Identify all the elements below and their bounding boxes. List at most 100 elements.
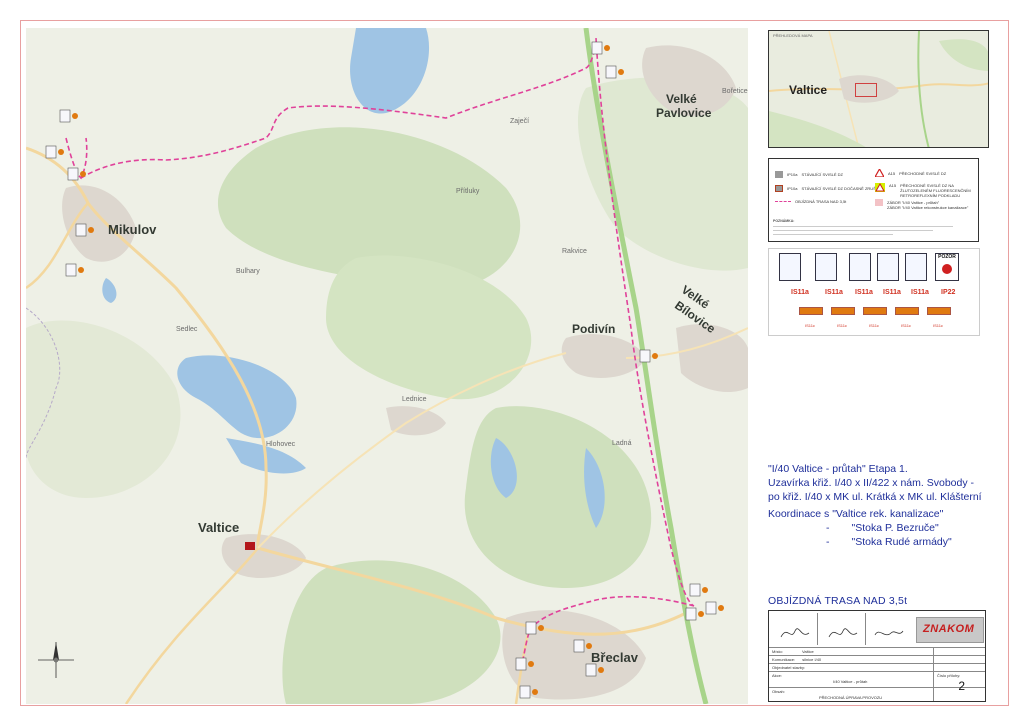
legend-label: STÁVAJÍCÍ SVISLÉ DZ xyxy=(801,172,843,177)
legend-code: A15 xyxy=(889,183,897,188)
field-value: Valtice xyxy=(802,649,814,654)
legend-label: OBJÍZDNÁ TRASA NAD 3,5t xyxy=(795,199,847,204)
direction-sign-panel xyxy=(815,253,837,281)
sign-code: IP22 xyxy=(941,289,956,296)
orange-arrow-sign xyxy=(799,307,823,315)
overview-map[interactable]: PŘEHLEDOVÁ MAPA Valtice xyxy=(768,30,989,148)
description-line: "I/40 Valtice - průtah" Etapa 1. xyxy=(768,463,908,475)
title-block-divider xyxy=(769,655,985,656)
detour-line-icon xyxy=(775,201,791,202)
sign-marker-icon[interactable] xyxy=(65,263,77,277)
company-logo-text: ZNAKOM xyxy=(923,623,975,635)
closure-area-icon xyxy=(875,199,883,206)
town-label: Pavlovice xyxy=(656,106,712,120)
warning-light-icon xyxy=(618,69,624,75)
sign-marker-icon[interactable] xyxy=(75,223,87,237)
road xyxy=(124,547,259,704)
warning-light-icon xyxy=(538,625,544,631)
sign-marker-icon[interactable] xyxy=(67,167,79,181)
direction-sign-panel xyxy=(849,253,871,281)
field-value: silnice I/40 xyxy=(802,657,822,662)
sign-code: IS11c xyxy=(869,323,879,328)
overview-extent-box xyxy=(855,83,877,97)
legend-row: IP10a STÁVAJÍCÍ SVISLÉ DZ xyxy=(775,171,843,178)
legend-label: PŘECHODNÉ SVISLÉ DZ xyxy=(899,170,947,176)
sign-marker-icon[interactable] xyxy=(59,109,71,123)
field-value: PŘECHODNÁ ÚPRAVA PROVOZU xyxy=(819,695,883,700)
sign-marker-icon[interactable] xyxy=(515,657,527,671)
place-label: Sedlec xyxy=(176,326,198,333)
sign-marker-icon[interactable] xyxy=(605,65,617,79)
signature-icon xyxy=(780,628,810,638)
sign-code: IS11c xyxy=(933,323,943,328)
sign-code: IS11a xyxy=(883,289,901,296)
description-dash: - xyxy=(826,522,830,534)
sign-marker-icon[interactable] xyxy=(525,621,537,635)
cancelled-sign-icon xyxy=(775,185,783,192)
overview-map-title: PŘEHLEDOVÁ MAPA xyxy=(773,33,813,38)
town-label: Velké xyxy=(666,92,697,106)
sign-marker-icon[interactable] xyxy=(519,685,531,699)
warning-light-icon xyxy=(58,149,64,155)
place-label: Přítluky xyxy=(456,188,480,195)
legend-row: A15 PŘECHODNÉ SVISLÉ DZ NA ŽLUTOZELENÉM … xyxy=(875,183,975,198)
warning-light-icon xyxy=(528,661,534,667)
drawing-title: OBJÍZDNÁ TRASA NAD 3,5t xyxy=(768,595,908,607)
no-entry-icon xyxy=(942,264,952,274)
signature-icon xyxy=(828,628,858,638)
legend-note-lines xyxy=(773,234,893,235)
sign-marker-icon[interactable] xyxy=(585,663,597,677)
forest-area xyxy=(326,255,532,400)
sign-marker-icon[interactable] xyxy=(591,41,603,55)
closure-zone xyxy=(245,542,255,550)
field-label: Akce: xyxy=(772,673,783,678)
warning-light-icon xyxy=(698,611,704,617)
legend-note-lines xyxy=(773,226,953,227)
legend-code: A15 xyxy=(888,170,896,176)
description-line: po křiž. I/40 x MK ul. Krátká x MK ul. K… xyxy=(768,491,982,503)
sign-marker-icon[interactable] xyxy=(639,349,651,363)
sign-details: POZOR IS11a IS11a IS11a IS11a IS11a IP22… xyxy=(768,248,980,336)
legend-note-lines xyxy=(773,230,933,231)
direction-sign-panel xyxy=(905,253,927,281)
sign-marker-icon[interactable] xyxy=(45,145,57,159)
place-label: Lednice xyxy=(402,396,427,403)
map-area[interactable]: Mikulov Valtice Břeclav Podivín Velké Pa… xyxy=(26,28,748,704)
orange-arrow-sign xyxy=(831,307,855,315)
sign-code: IS11a xyxy=(791,289,809,296)
legend-label: PŘECHODNÉ SVISLÉ DZ NA ŽLUTOZELENÉM FLUO… xyxy=(900,183,971,198)
sign-marker-icon[interactable] xyxy=(705,601,717,615)
title-block-divider xyxy=(817,613,818,645)
title-block-divider xyxy=(769,671,985,672)
legend-row: IP10a STÁVAJÍCÍ SVISLÉ DZ DOČASNĚ ZRUŠEN… xyxy=(775,185,884,192)
warning-light-icon xyxy=(72,113,78,119)
sign-marker-icon[interactable] xyxy=(689,583,701,597)
existing-sign-icon xyxy=(775,171,783,178)
pozor-sign-panel: POZOR xyxy=(935,253,959,281)
description-line: Koordinace s "Valtice rek. kanalizace" xyxy=(768,508,944,520)
legend-code: IP10a xyxy=(787,172,798,177)
pozor-label: POZOR xyxy=(938,254,956,260)
warning-light-icon xyxy=(80,171,86,177)
place-label: Ladná xyxy=(612,440,632,447)
lake-nove-mlyny xyxy=(350,28,430,114)
field-label: Místo: xyxy=(772,649,783,654)
sign-code: IS11a xyxy=(855,289,873,296)
field-value: I/40 Valtice - průtah xyxy=(833,679,868,684)
title-field: Objednatel stavby: xyxy=(772,665,806,670)
signature-icon xyxy=(874,630,904,636)
title-field: Komunikace: silnice I/40 xyxy=(772,657,821,662)
orange-arrow-sign xyxy=(863,307,887,315)
legend-label: ZÁBOR "I/40 Valtice rekonstrukce kanaliz… xyxy=(887,205,969,210)
sign-marker-icon[interactable] xyxy=(573,639,585,653)
place-label: Zaječí xyxy=(510,118,530,125)
field-label: Číslo přílohy: xyxy=(937,673,961,678)
title-block-divider xyxy=(769,663,985,664)
title-block: ZNAKOM Místo: Valtice Komunikace: silnic… xyxy=(768,610,986,702)
warning-light-icon xyxy=(532,689,538,695)
description-dash: - xyxy=(826,536,830,548)
sign-marker-icon[interactable] xyxy=(685,607,697,621)
description-line: - "Stoka P. Bezruče" xyxy=(768,521,982,535)
orange-arrow-sign xyxy=(927,307,951,315)
forest-area xyxy=(464,406,652,588)
